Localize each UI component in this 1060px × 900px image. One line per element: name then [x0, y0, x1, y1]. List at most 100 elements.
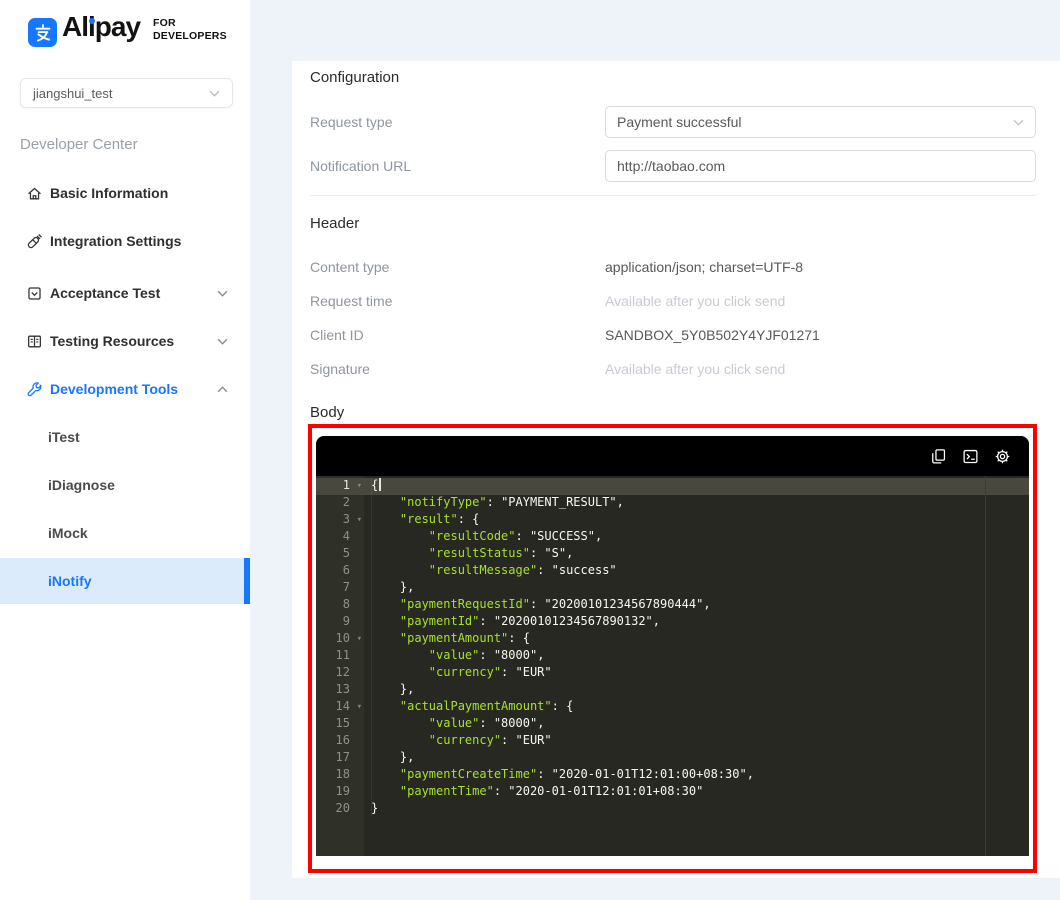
- code-segment-str: "EUR": [515, 733, 552, 747]
- account-select[interactable]: jiangshui_test: [20, 78, 233, 108]
- gutter-line-18: 18: [335, 767, 350, 781]
- code-line-4[interactable]: "resultCode": "SUCCESS",: [364, 529, 1029, 546]
- header-row-content-type: Content type application/json; charset=UT…: [310, 256, 1036, 278]
- wrench-icon: [26, 381, 43, 398]
- sidebar-item-inotify[interactable]: iNotify: [0, 558, 250, 604]
- brand-tagline-for: FOR: [153, 17, 176, 29]
- copy-icon[interactable]: [930, 448, 947, 465]
- notification-url-input[interactable]: [605, 150, 1036, 182]
- sidebar-item-development-tools[interactable]: Development Tools: [0, 366, 250, 412]
- code-segment-key: "value": [428, 648, 480, 662]
- gutter-line-7: 7: [342, 580, 350, 594]
- code-line-7[interactable]: },: [364, 580, 1029, 597]
- sidebar-section-title: Developer Center: [20, 136, 138, 153]
- code-line-13[interactable]: },: [364, 682, 1029, 699]
- code-segment-punct: ,: [703, 597, 711, 611]
- code-segment-str: "EUR": [515, 665, 552, 679]
- sidebar-item-label: iDiagnose: [48, 477, 115, 493]
- code-line-14[interactable]: "actualPaymentAmount": {: [364, 699, 1029, 716]
- header-row-value: Available after you click send: [605, 361, 786, 377]
- sidebar-item-label: iMock: [48, 525, 88, 541]
- code-segment-str: "success": [551, 563, 617, 577]
- fold-arrow-icon[interactable]: ▾: [357, 631, 362, 648]
- code-line-15[interactable]: "value": "8000",: [364, 716, 1029, 733]
- sidebar-item-acceptance-test[interactable]: Acceptance Test: [0, 270, 250, 316]
- fold-arrow-icon[interactable]: ▾: [357, 478, 362, 495]
- code-segment-punct: :: [529, 597, 545, 611]
- request-type-label: Request type: [310, 114, 393, 130]
- code-segment-punct: :: [501, 733, 516, 747]
- code-segment-punct: :: [515, 529, 530, 543]
- gutter-line-10[interactable]: 10 ▾: [316, 631, 364, 648]
- code-line-12[interactable]: "currency": "EUR": [364, 665, 1029, 682]
- sidebar-item-idiagnose[interactable]: iDiagnose: [0, 462, 250, 508]
- settings-icon[interactable]: [994, 448, 1011, 465]
- sidebar-item-integration-settings[interactable]: Integration Settings: [0, 218, 250, 264]
- chevron-down-icon: [209, 90, 220, 97]
- code-segment-key: "value": [428, 716, 480, 730]
- alipay-i-dot: [89, 18, 95, 24]
- header-row-value: application/json; charset=UTF-8: [605, 259, 804, 275]
- gutter-line-17: 17: [335, 750, 350, 764]
- header-row-label: Request time: [310, 293, 393, 309]
- code-line-2[interactable]: "notifyType": "PAYMENT_RESULT",: [364, 495, 1029, 512]
- code-segment-key: "resultMessage": [428, 563, 538, 577]
- fold-arrow-icon[interactable]: ▾: [357, 512, 362, 529]
- code-line-6[interactable]: "resultMessage": "success": [364, 563, 1029, 580]
- book-icon: [26, 333, 43, 350]
- code-line-11[interactable]: "value": "8000",: [364, 648, 1029, 665]
- gutter-line-16: 16: [335, 733, 350, 747]
- text-cursor: [379, 478, 382, 491]
- code-line-1[interactable]: {: [364, 478, 1029, 495]
- code-segment-str: "S": [544, 546, 567, 560]
- code-line-5[interactable]: "resultStatus": "S",: [364, 546, 1029, 563]
- fold-arrow-icon[interactable]: ▾: [357, 699, 362, 716]
- code-segment-key: "currency": [428, 665, 502, 679]
- code-line-20[interactable]: }: [364, 801, 1029, 818]
- code-segment-key: "paymentId": [399, 614, 480, 628]
- code-line-18[interactable]: "paymentCreateTime": "2020-01-01T12:01:0…: [364, 767, 1029, 784]
- code-line-16[interactable]: "currency": "EUR": [364, 733, 1029, 750]
- chevron-down-icon: [217, 290, 228, 297]
- gutter-line-1[interactable]: 1 ▾: [316, 478, 364, 495]
- code-segment-str: "8000": [493, 716, 538, 730]
- home-icon: [26, 185, 43, 202]
- code-segment-punct: },: [399, 682, 415, 696]
- sidebar-item-basic-information[interactable]: Basic Information: [0, 170, 250, 216]
- code-line-8[interactable]: "paymentRequestId": "2020010123456789044…: [364, 597, 1029, 614]
- code-segment-punct: :: [479, 648, 494, 662]
- sidebar-item-imock[interactable]: iMock: [0, 510, 250, 556]
- code-line-17[interactable]: },: [364, 750, 1029, 767]
- code-line-10[interactable]: "paymentAmount": {: [364, 631, 1029, 648]
- code-segment-key: "paymentRequestId": [399, 597, 530, 611]
- editor-body[interactable]: 1 ▾ 2 3 ▾ 4 5 6 7 8 9 10 ▾ 11 12 13 14 ▾ 15 16 17 18 19 20 { "n…: [316, 476, 1029, 856]
- request-type-select[interactable]: Payment successful: [605, 106, 1036, 138]
- code-segment-punct: :: [493, 784, 509, 798]
- header-row-value: SANDBOX_5Y0B502Y4YJF01271: [605, 327, 820, 343]
- code-segment-key: "notifyType": [399, 495, 487, 509]
- editor-code[interactable]: { "notifyType": "PAYMENT_RESULT", "resul…: [364, 476, 1029, 856]
- header-row-signature: Signature Available after you click send: [310, 358, 1036, 380]
- code-segment-key: "paymentCreateTime": [399, 767, 538, 781]
- code-segment-punct: :: [529, 546, 545, 560]
- code-line-19[interactable]: "paymentTime": "2020-01-01T12:01:01+08:3…: [364, 784, 1029, 801]
- configuration-title: Configuration: [310, 69, 400, 86]
- code-line-9[interactable]: "paymentId": "20200101234567890132",: [364, 614, 1029, 631]
- gutter-line-3[interactable]: 3 ▾: [316, 512, 364, 529]
- sidebar-item-testing-resources[interactable]: Testing Resources: [0, 318, 250, 364]
- gutter-line-8: 8: [342, 597, 350, 611]
- terminal-icon[interactable]: [962, 448, 979, 465]
- editor-toolbar: [316, 436, 1029, 476]
- header-row-label: Client ID: [310, 327, 364, 343]
- header-row-value: Available after you click send: [605, 293, 786, 309]
- json-editor[interactable]: 1 ▾ 2 3 ▾ 4 5 6 7 8 9 10 ▾ 11 12 13 14 ▾ 15 16 17 18 19 20 { "n…: [312, 428, 1033, 869]
- alipay-wordmark: Alipay: [62, 11, 141, 42]
- sidebar-item-itest[interactable]: iTest: [0, 414, 250, 460]
- code-segment-punct: {: [371, 478, 379, 492]
- code-line-3[interactable]: "result": {: [364, 512, 1029, 529]
- gutter-line-6: 6: [342, 563, 350, 577]
- gutter-line-14[interactable]: 14 ▾: [316, 699, 364, 716]
- code-segment-punct: },: [399, 580, 415, 594]
- gutter-line-2: 2: [342, 495, 350, 509]
- header-row-client-id: Client ID SANDBOX_5Y0B502Y4YJF01271: [310, 324, 1036, 346]
